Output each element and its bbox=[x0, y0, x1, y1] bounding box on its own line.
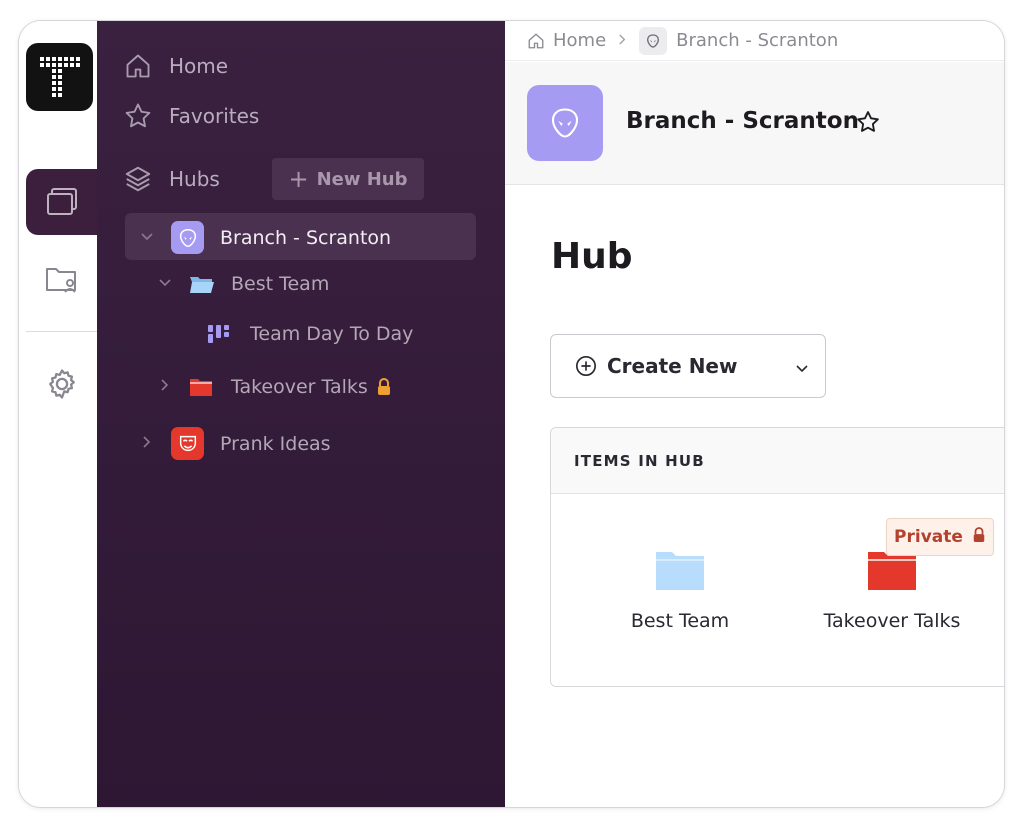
app-logo[interactable] bbox=[26, 43, 93, 111]
app-window: Home Favorites Hubs + New Hub Branch - S… bbox=[19, 21, 1004, 807]
item-name: Best Team bbox=[630, 610, 730, 632]
plus-icon: + bbox=[288, 165, 309, 193]
chevron-right-icon[interactable] bbox=[137, 435, 157, 453]
gear-icon bbox=[48, 369, 75, 399]
page-title: Hub bbox=[551, 236, 633, 277]
rail-hubs-button[interactable] bbox=[26, 169, 97, 235]
main-panel: Home Branch - Scranton Branch - Scranton… bbox=[505, 21, 1004, 807]
alien-icon bbox=[171, 221, 204, 254]
icon-rail bbox=[19, 21, 97, 807]
layers-icon bbox=[123, 164, 153, 194]
items-panel: ITEMS IN HUB Best Team Takeover Talks Pr… bbox=[550, 427, 1004, 687]
sidebar-item-label: Home bbox=[169, 54, 229, 78]
sidebar-item-hubs[interactable]: Hubs bbox=[123, 164, 220, 194]
sidebar: Home Favorites Hubs + New Hub Branch - S… bbox=[97, 21, 505, 807]
breadcrumb: Home Branch - Scranton bbox=[505, 21, 1004, 61]
rail-divider bbox=[26, 331, 97, 332]
create-new-label: Create New bbox=[607, 354, 738, 378]
item-best-team[interactable]: Best Team bbox=[585, 550, 775, 632]
new-hub-button[interactable]: + New Hub bbox=[272, 158, 424, 200]
mask-icon bbox=[171, 427, 204, 460]
tree-item-label: Team Day To Day bbox=[250, 323, 414, 345]
hub-avatar[interactable] bbox=[527, 85, 603, 161]
chevron-down-icon[interactable] bbox=[795, 359, 809, 378]
lock-icon bbox=[972, 526, 986, 548]
star-icon bbox=[857, 111, 879, 132]
tree-item-best-team[interactable]: Best Team bbox=[155, 273, 329, 295]
board-icon bbox=[208, 325, 232, 343]
folder-icon bbox=[797, 550, 987, 592]
rail-shared-folder-button[interactable] bbox=[26, 246, 97, 312]
item-name: Takeover Talks bbox=[823, 610, 961, 632]
folder-user-icon bbox=[45, 268, 76, 293]
tree-item-branch-scranton[interactable]: Branch - Scranton bbox=[137, 221, 391, 254]
tree-item-label: Branch - Scranton bbox=[220, 226, 392, 249]
hub-title: Branch - Scranton bbox=[626, 108, 859, 134]
tree-item-label: Best Team bbox=[231, 273, 330, 295]
sidebar-item-label: Favorites bbox=[169, 104, 260, 128]
breadcrumb-current[interactable]: Branch - Scranton bbox=[676, 30, 838, 51]
items-header: ITEMS IN HUB bbox=[551, 428, 1004, 494]
chevron-right-icon[interactable] bbox=[155, 378, 175, 396]
folder-open-icon bbox=[189, 274, 215, 294]
rail-settings-button[interactable] bbox=[26, 351, 97, 417]
sidebar-item-home[interactable]: Home bbox=[123, 51, 228, 81]
lock-icon bbox=[376, 378, 392, 396]
favorite-star-button[interactable] bbox=[855, 109, 881, 139]
logo-t-icon bbox=[40, 57, 80, 97]
tree-item-takeover-talks[interactable]: Takeover Talks bbox=[155, 376, 392, 398]
alien-icon bbox=[639, 26, 668, 55]
chevron-down-icon[interactable] bbox=[137, 230, 157, 246]
sidebar-item-favorites[interactable]: Favorites bbox=[123, 101, 259, 131]
windows-stack-icon bbox=[46, 188, 77, 215]
create-new-button[interactable]: Create New bbox=[550, 334, 826, 398]
tree-item-prank-ideas[interactable]: Prank Ideas bbox=[137, 427, 331, 460]
home-icon bbox=[527, 32, 545, 50]
new-hub-label: New Hub bbox=[316, 168, 408, 190]
folder-icon bbox=[189, 377, 215, 397]
chevron-down-icon[interactable] bbox=[155, 276, 175, 292]
tree-item-label: Takeover Talks bbox=[231, 376, 368, 398]
hub-header: Branch - Scranton bbox=[505, 62, 1004, 185]
private-badge: Private bbox=[886, 518, 994, 556]
sidebar-item-label: Hubs bbox=[169, 167, 220, 191]
breadcrumb-home-link[interactable]: Home bbox=[553, 30, 606, 51]
tree-item-label: Prank Ideas bbox=[220, 432, 331, 455]
alien-icon bbox=[551, 108, 579, 138]
home-icon bbox=[123, 51, 153, 81]
chevron-right-icon bbox=[618, 32, 627, 50]
item-takeover-talks[interactable]: Takeover Talks bbox=[797, 550, 987, 632]
tree-item-team-day-to-day[interactable]: Team Day To Day bbox=[208, 323, 413, 345]
plus-circle-icon bbox=[576, 356, 596, 376]
star-icon bbox=[123, 101, 153, 131]
private-badge-label: Private bbox=[894, 527, 963, 547]
folder-icon bbox=[585, 550, 775, 592]
